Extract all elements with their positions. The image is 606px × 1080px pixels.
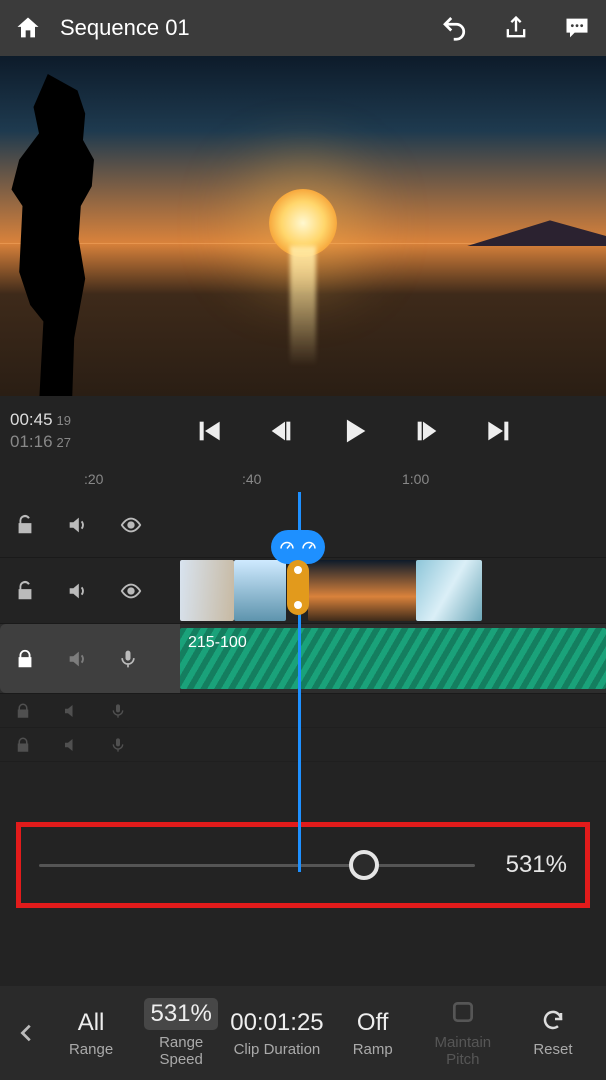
audio-track-1[interactable]: 215-100 xyxy=(0,624,606,694)
playback-bar: 00:45 19 01:16 27 xyxy=(0,396,606,466)
top-toolbar: Sequence 01 xyxy=(0,0,606,56)
audio-track-3[interactable] xyxy=(0,728,606,762)
play-icon[interactable] xyxy=(337,414,371,448)
time-ruler[interactable]: :20 :40 1:00 xyxy=(0,466,606,492)
step-forward-icon[interactable] xyxy=(411,414,443,448)
total-time: 01:16 xyxy=(10,432,53,451)
speaker-icon[interactable] xyxy=(66,514,88,536)
eye-icon[interactable] xyxy=(118,514,144,536)
param-range-speed[interactable]: 531% Range Speed xyxy=(140,998,222,1068)
lock-icon[interactable] xyxy=(14,648,36,670)
mic-icon[interactable] xyxy=(110,736,126,754)
skip-start-icon[interactable] xyxy=(193,414,225,448)
home-icon[interactable] xyxy=(14,14,42,42)
video-track-1[interactable] xyxy=(0,558,606,624)
speaker-icon[interactable] xyxy=(62,702,80,720)
speaker-icon[interactable] xyxy=(62,736,80,754)
current-frames: 19 xyxy=(57,413,71,428)
lock-icon[interactable] xyxy=(14,702,32,720)
timeline-tracks: 215-100 xyxy=(0,492,606,762)
comment-icon[interactable] xyxy=(562,14,592,42)
speed-slider-panel: 531% xyxy=(16,822,590,908)
param-clip-duration[interactable]: 00:01:25 Clip Duration xyxy=(230,1009,323,1058)
param-maintain-pitch[interactable]: Maintain Pitch xyxy=(422,999,504,1068)
clip[interactable] xyxy=(180,560,234,621)
clip[interactable] xyxy=(416,560,482,621)
step-back-icon[interactable] xyxy=(265,414,297,448)
unlock-icon[interactable] xyxy=(14,514,36,536)
total-frames: 27 xyxy=(57,435,71,450)
back-icon[interactable] xyxy=(12,1019,42,1047)
speed-slider-value: 531% xyxy=(489,851,567,879)
audio-track-2[interactable] xyxy=(0,694,606,728)
param-range[interactable]: All Range xyxy=(50,1009,132,1058)
unlock-icon[interactable] xyxy=(14,580,36,602)
video-preview[interactable] xyxy=(0,56,606,396)
sequence-title: Sequence 01 xyxy=(60,15,422,41)
ruler-tick: :40 xyxy=(242,471,261,487)
speed-slider-thumb[interactable] xyxy=(349,850,379,880)
checkbox-icon xyxy=(450,999,476,1025)
ruler-tick: 1:00 xyxy=(402,471,429,487)
reset-icon xyxy=(538,1008,568,1032)
speaker-icon[interactable] xyxy=(66,580,88,602)
timecode-display: 00:45 19 01:16 27 xyxy=(10,409,71,453)
speaker-icon[interactable] xyxy=(66,648,88,670)
lock-icon[interactable] xyxy=(14,736,32,754)
audio-clip-label: 215-100 xyxy=(188,634,247,652)
speed-marker[interactable] xyxy=(271,530,325,615)
speed-toolbar: All Range 531% Range Speed 00:01:25 Clip… xyxy=(0,986,606,1080)
share-icon[interactable] xyxy=(502,14,530,42)
ruler-tick: :20 xyxy=(84,471,103,487)
param-reset[interactable]: Reset xyxy=(512,1008,594,1058)
audio-clip[interactable]: 215-100 xyxy=(180,628,606,689)
current-time: 00:45 xyxy=(10,410,53,429)
mic-icon[interactable] xyxy=(118,648,138,670)
mic-icon[interactable] xyxy=(110,702,126,720)
skip-end-icon[interactable] xyxy=(483,414,515,448)
speed-slider[interactable] xyxy=(39,864,475,867)
eye-icon[interactable] xyxy=(118,580,144,602)
param-ramp[interactable]: Off Ramp xyxy=(332,1009,414,1058)
undo-icon[interactable] xyxy=(440,13,470,43)
